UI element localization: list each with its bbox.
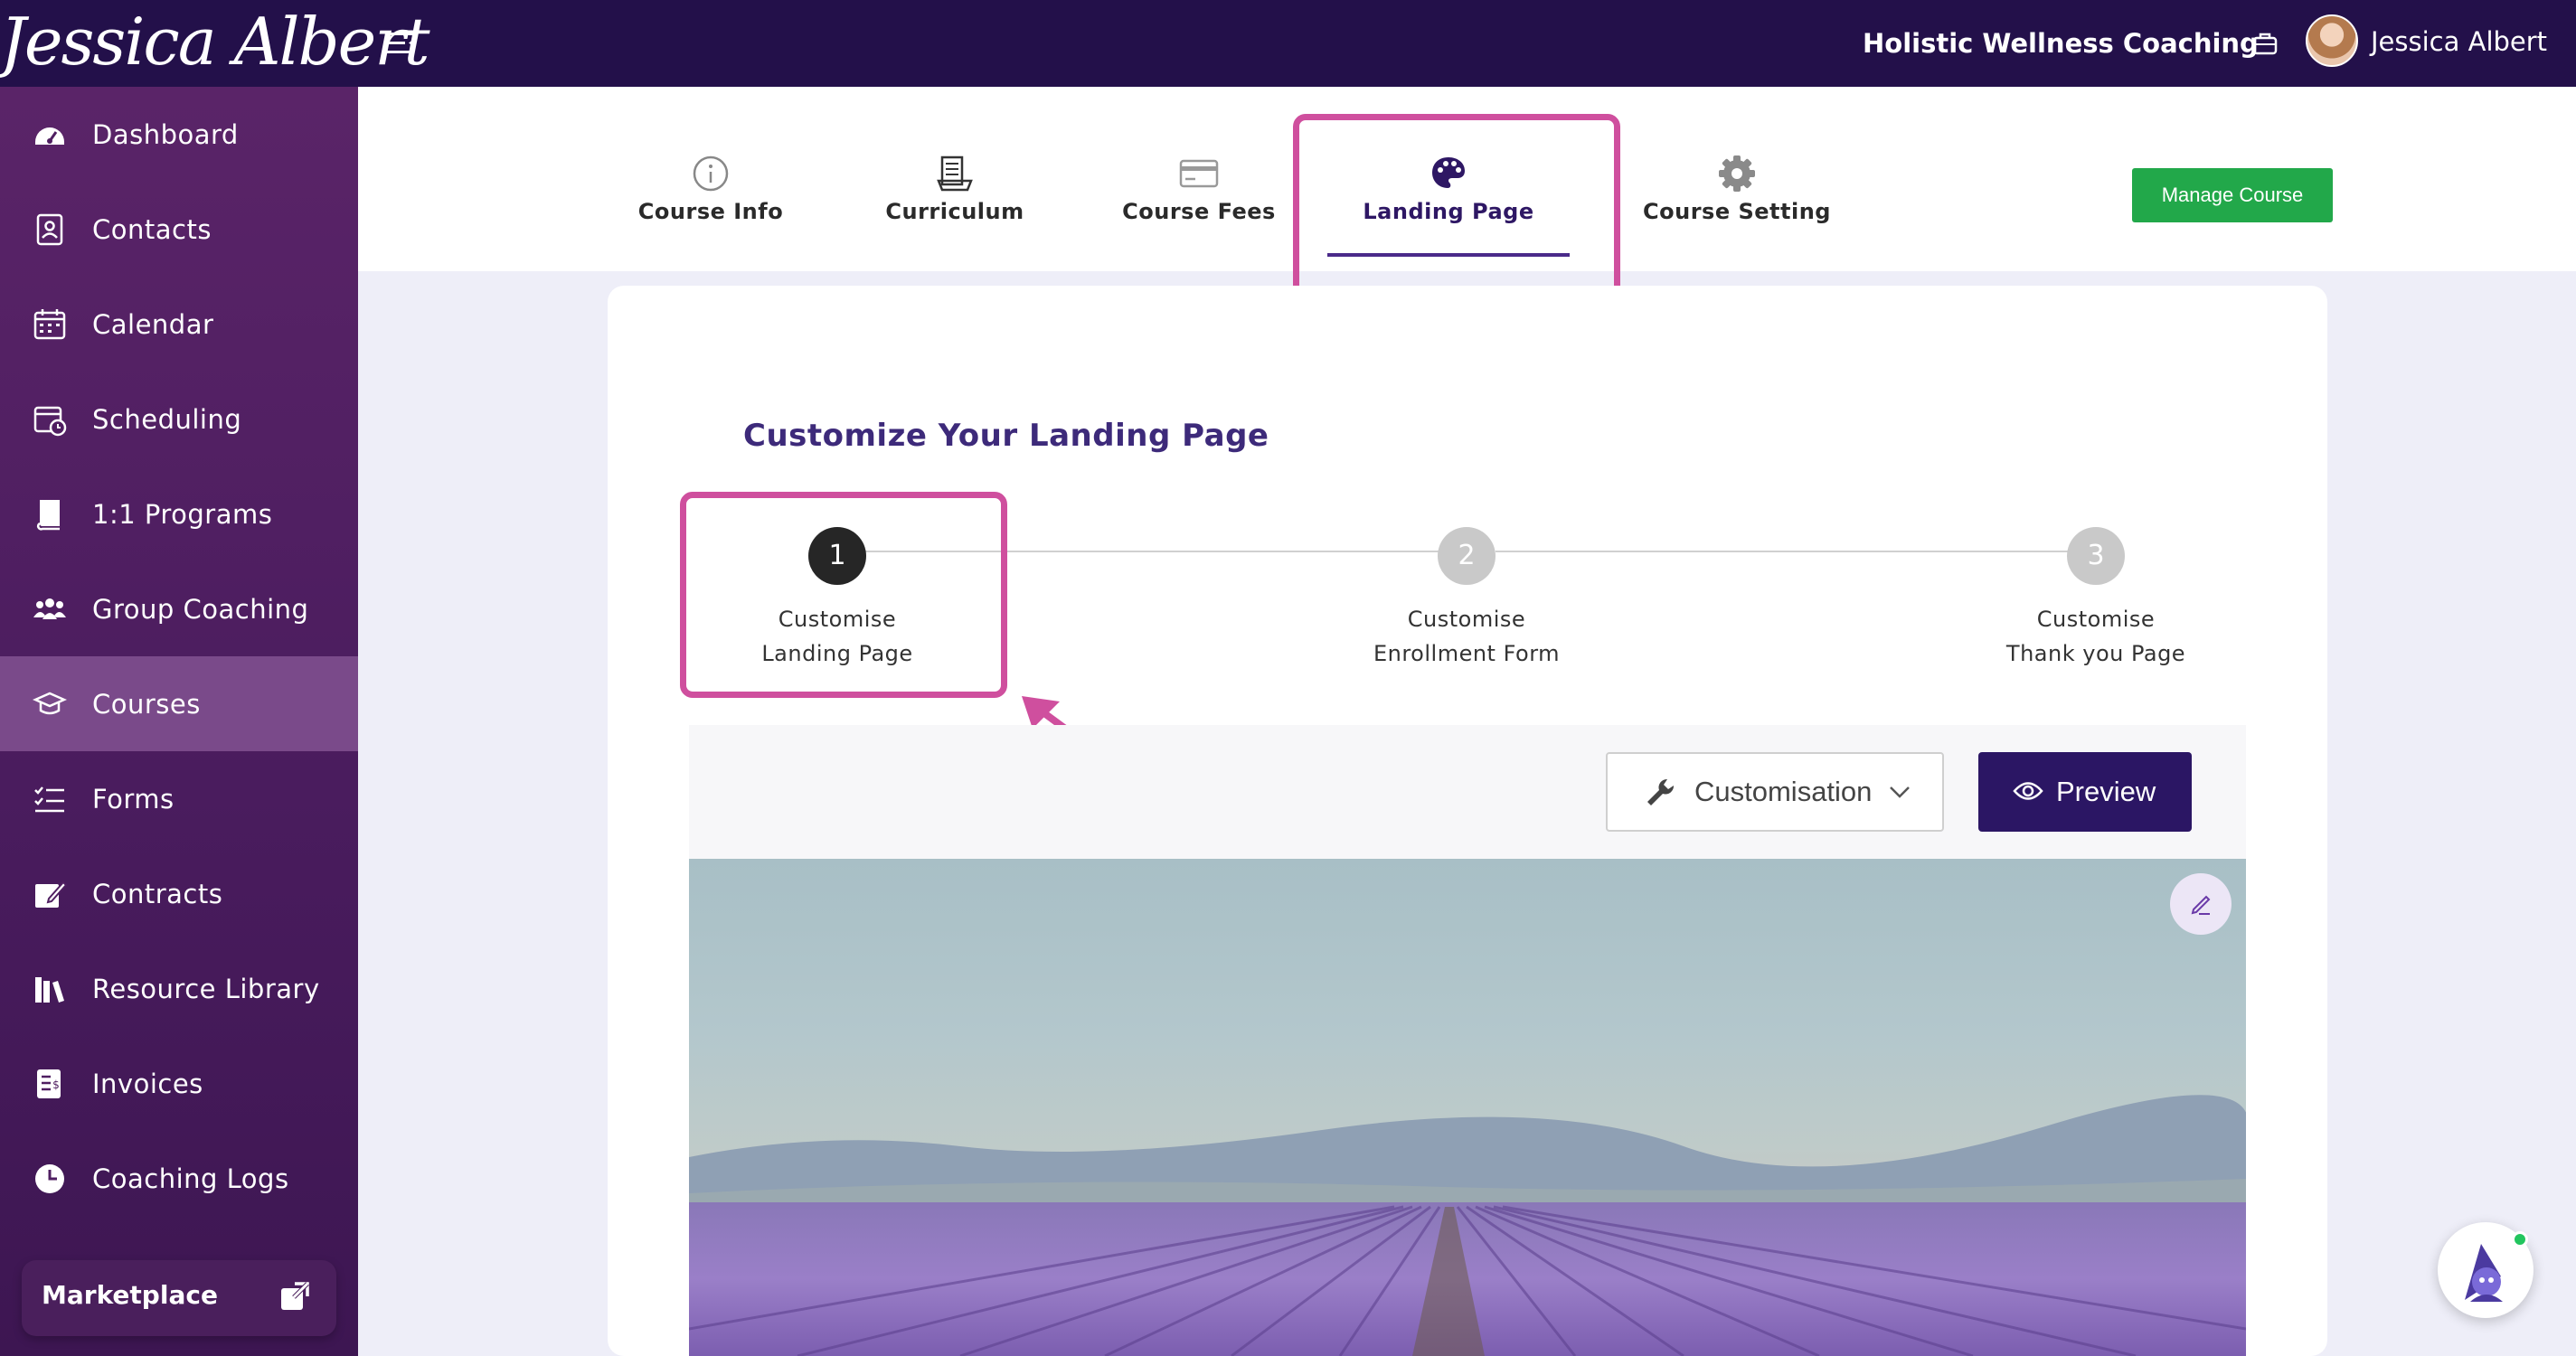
contract-sign-icon — [35, 880, 67, 908]
hero-banner-image — [689, 859, 2246, 1356]
sidebar-item-label: Courses — [92, 688, 201, 720]
lavender-field-picture — [689, 1095, 2246, 1356]
sidebar-item-contracts[interactable]: Contracts — [0, 846, 358, 941]
book-icon — [36, 499, 60, 531]
preview-button[interactable]: Preview — [1978, 752, 2192, 832]
customisation-label: Customisation — [1694, 776, 1873, 807]
sidebar-item-label: Coaching Logs — [92, 1163, 289, 1194]
stepper-connector — [1496, 551, 2069, 552]
brand-logo[interactable]: Jessica Albert — [0, 0, 430, 87]
online-status-dot — [2512, 1231, 2528, 1248]
sidebar-item-forms[interactable]: Forms — [0, 751, 358, 846]
chevron-down-icon — [1890, 786, 1910, 798]
graduation-cap-icon — [33, 692, 67, 714]
tab-label: Course Fees — [1122, 199, 1276, 224]
group-icon — [33, 598, 66, 619]
edit-banner-button[interactable] — [2170, 873, 2232, 935]
invoice-icon: $ — [37, 1069, 61, 1098]
top-bar: Jessica Albert Holistic Wellness Coachin… — [0, 0, 2576, 87]
sidebar-item-contacts[interactable]: Contacts — [0, 182, 358, 277]
sidebar-item-label: Invoices — [92, 1068, 203, 1099]
manage-course-button[interactable]: Manage Course — [2132, 168, 2333, 222]
sidebar: Dashboard Contacts Calendar Scheduling 1… — [0, 87, 358, 1356]
sidebar-item-courses[interactable]: Courses — [0, 656, 358, 751]
calendar-icon — [33, 308, 66, 339]
step-label-line: Customise — [2036, 607, 2156, 632]
curriculum-icon — [937, 155, 973, 192]
sidebar-item-invoices[interactable]: $ Invoices — [0, 1036, 358, 1131]
sidebar-item-resource-library[interactable]: Resource Library — [0, 941, 358, 1036]
svg-text:$: $ — [52, 1078, 60, 1091]
tab-curriculum[interactable]: Curriculum — [864, 87, 1045, 271]
tab-course-fees[interactable]: Course Fees — [1099, 87, 1298, 271]
step-highlight-annotation — [680, 492, 1007, 698]
tab-label: Course Info — [637, 199, 784, 224]
sidebar-item-label: Dashboard — [92, 118, 239, 150]
tab-course-setting[interactable]: Course Setting — [1624, 87, 1850, 271]
sidebar-item-label: 1:1 Programs — [92, 498, 273, 530]
wrench-icon — [1647, 778, 1675, 805]
step-label-line: Thank you Page — [2005, 641, 2186, 666]
customisation-dropdown[interactable]: Customisation — [1606, 752, 1944, 832]
sidebar-item-coaching-logs[interactable]: Coaching Logs — [0, 1131, 358, 1226]
sidebar-item-label: Forms — [92, 783, 175, 815]
sidebar-item-programs[interactable]: 1:1 Programs — [0, 466, 358, 561]
dashboard-gauge-icon — [35, 127, 64, 145]
tab-label: Curriculum — [885, 199, 1024, 224]
gear-icon — [1719, 155, 1755, 192]
assistant-chat-button[interactable] — [2438, 1222, 2534, 1318]
credit-card-icon — [1179, 159, 1219, 188]
step-2-label[interactable]: Customise Enrollment Form — [1331, 602, 1602, 671]
marketplace-button[interactable]: Marketplace — [22, 1260, 336, 1336]
library-icon — [35, 976, 64, 1003]
preview-label: Preview — [2056, 776, 2156, 807]
sidebar-item-dashboard[interactable]: Dashboard — [0, 87, 358, 182]
pencil-icon — [2191, 895, 2211, 915]
sidebar-item-label: Contacts — [92, 213, 212, 245]
briefcase-icon[interactable] — [2251, 31, 2279, 56]
sidebar-item-label: Resource Library — [92, 973, 320, 1004]
sidebar-item-label: Scheduling — [92, 403, 242, 435]
tab-course-info[interactable]: Course Info — [620, 87, 801, 271]
step-label-line: Customise — [1407, 607, 1526, 632]
scheduling-icon — [33, 406, 67, 436]
step-3-label[interactable]: Customise Thank you Page — [1960, 602, 2232, 671]
marketplace-label: Marketplace — [42, 1280, 218, 1310]
avatar[interactable] — [2306, 14, 2358, 67]
contacts-icon — [36, 213, 63, 245]
external-link-icon — [281, 1282, 309, 1310]
sidebar-item-label: Contracts — [92, 878, 223, 909]
clock-icon — [35, 1163, 64, 1193]
organization-name[interactable]: Holistic Wellness Coaching — [1863, 25, 2259, 61]
step-label-line: Enrollment Form — [1373, 641, 1561, 666]
sidebar-item-label: Calendar — [92, 308, 214, 340]
eye-icon — [2013, 782, 2043, 800]
sidebar-item-group-coaching[interactable]: Group Coaching — [0, 561, 358, 656]
user-name[interactable]: Jessica Albert — [2371, 24, 2547, 60]
sidebar-item-scheduling[interactable]: Scheduling — [0, 372, 358, 466]
sidebar-item-calendar[interactable]: Calendar — [0, 277, 358, 372]
info-icon — [693, 155, 729, 192]
step-3-circle[interactable]: 3 — [2067, 527, 2125, 585]
step-2-circle[interactable]: 2 — [1438, 527, 1496, 585]
page-title: Customize Your Landing Page — [743, 418, 1269, 454]
sidebar-toggle-icon[interactable] — [382, 29, 418, 58]
tab-label: Course Setting — [1643, 199, 1831, 224]
forms-checklist-icon — [34, 786, 64, 812]
sidebar-item-label: Group Coaching — [92, 593, 309, 625]
